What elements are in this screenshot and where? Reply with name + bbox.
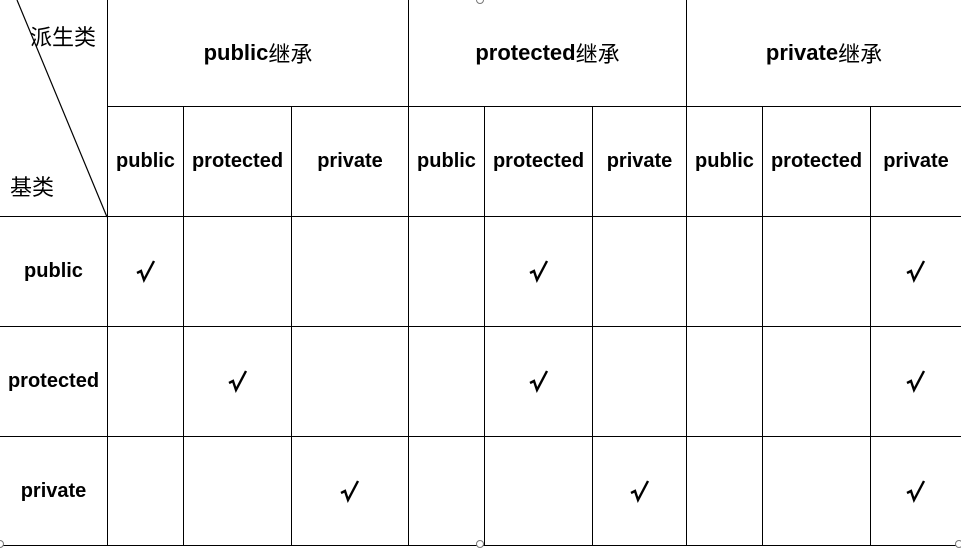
- sub-header-public: public: [695, 150, 754, 172]
- inheritance-access-table: 派生类 基类 public 继承 protected 继承 private 继承 pu…: [0, 0, 961, 548]
- sub-header-public: public: [417, 150, 476, 172]
- check-mark-icon: [528, 369, 548, 393]
- check-mark-icon: [135, 259, 155, 283]
- sub-header-protected: protected: [492, 150, 585, 172]
- check-mark-icon: [528, 259, 548, 283]
- row-label-protected: protected: [7, 370, 100, 392]
- check-mark-icon: [629, 479, 649, 503]
- sub-header-private: private: [606, 150, 673, 172]
- check-mark-icon: [906, 479, 926, 503]
- sub-header-private: private: [883, 150, 949, 172]
- sub-header-private: private: [317, 150, 383, 172]
- derived-class-label: 派生类: [30, 26, 97, 51]
- divider-row-2: [0, 436, 961, 437]
- group-header-private: private 继承: [765, 40, 883, 68]
- divider-header-bottom: [0, 216, 961, 217]
- check-mark-icon: [227, 369, 247, 393]
- divider-row-1: [0, 326, 961, 327]
- base-class-label: 基类: [10, 176, 55, 201]
- check-mark-icon: [340, 479, 360, 503]
- sub-header-public: public: [116, 150, 175, 172]
- row-label-public: public: [24, 260, 83, 282]
- row-label-private: private: [20, 479, 87, 502]
- group-header-public: public 继承: [203, 40, 313, 68]
- sub-header-protected: protected: [191, 150, 284, 172]
- check-mark-icon: [906, 369, 926, 393]
- check-mark-icon: [906, 259, 926, 283]
- group-header-protected: protected 继承: [475, 40, 620, 68]
- sub-header-protected: protected: [770, 150, 863, 172]
